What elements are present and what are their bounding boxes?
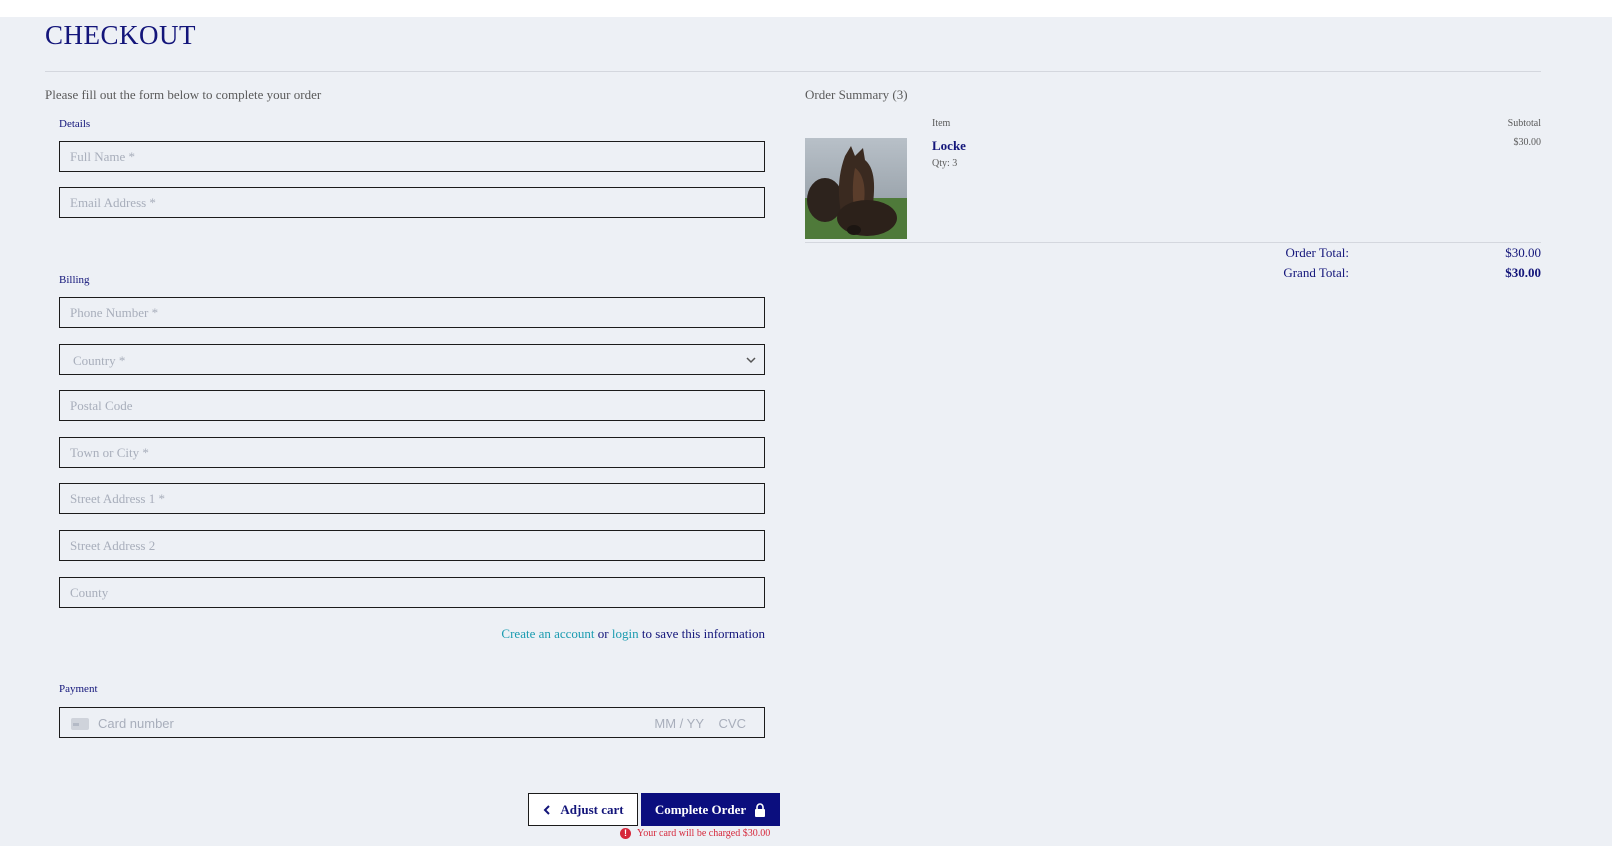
- lock-icon: [755, 802, 766, 817]
- title-divider: [45, 71, 1541, 72]
- postal-code-input[interactable]: [60, 391, 764, 420]
- charge-notice-text: Your card will be charged $30.00: [637, 828, 771, 839]
- postal-code-field[interactable]: [59, 390, 765, 421]
- phone-input[interactable]: [60, 298, 764, 327]
- street-address-1-field[interactable]: [59, 483, 765, 514]
- country-select-value: Country *: [73, 353, 126, 368]
- item-quantity: Qty: 3: [932, 158, 958, 169]
- complete-order-label: Complete Order: [654, 801, 747, 817]
- product-thumbnail[interactable]: [805, 138, 907, 239]
- street-address-1-input[interactable]: [60, 484, 764, 513]
- alert-icon: !: [620, 828, 631, 839]
- street-address-2-input[interactable]: [60, 531, 764, 560]
- order-summary-title: Order Summary (3): [805, 87, 908, 102]
- page-title: CHECKOUT: [45, 20, 196, 50]
- adjust-cart-label: Adjust cart: [560, 801, 624, 817]
- email-field[interactable]: [59, 187, 765, 218]
- form-instructions: Please fill out the form below to comple…: [45, 87, 322, 102]
- grand-total-value: $30.00: [1505, 265, 1541, 280]
- order-total-label: Order Total:: [1285, 245, 1349, 260]
- details-section-label: Details: [59, 118, 91, 130]
- phone-field[interactable]: [59, 297, 765, 328]
- country-select[interactable]: Country *: [59, 344, 765, 375]
- column-header-item: Item: [932, 118, 951, 129]
- charge-notice: ! Your card will be charged $30.00: [620, 828, 770, 839]
- town-field[interactable]: [59, 437, 765, 468]
- payment-section-label: Payment: [59, 683, 98, 695]
- card-cvc-input[interactable]: CVC: [719, 716, 746, 731]
- full-name-field[interactable]: [59, 141, 765, 172]
- adjust-cart-button[interactable]: Adjust cart: [528, 793, 638, 826]
- credit-card-icon: [71, 718, 89, 730]
- grand-total-label: Grand Total:: [1283, 265, 1349, 280]
- county-field[interactable]: [59, 577, 765, 608]
- county-input[interactable]: [60, 578, 764, 607]
- order-total-value: $30.00: [1505, 245, 1541, 260]
- card-expiry-input[interactable]: MM / YY: [654, 716, 704, 731]
- create-account-link[interactable]: Create an account: [501, 626, 594, 641]
- save-info-prompt: Create an account or login to save this …: [501, 626, 765, 642]
- or-text: or: [597, 626, 609, 641]
- login-link[interactable]: login: [612, 626, 639, 641]
- billing-section-label: Billing: [59, 274, 90, 286]
- complete-order-button[interactable]: Complete Order: [641, 793, 780, 826]
- chevron-down-icon: [746, 357, 756, 364]
- full-name-input[interactable]: [60, 142, 764, 171]
- save-info-text: to save this information: [641, 626, 765, 641]
- item-subtotal: $30.00: [1513, 137, 1542, 148]
- item-name-link[interactable]: Locke: [932, 138, 966, 154]
- email-input[interactable]: [60, 188, 764, 217]
- card-element[interactable]: Card number MM / YY CVC: [59, 707, 765, 738]
- card-number-input[interactable]: Card number: [98, 716, 174, 731]
- column-header-subtotal: Subtotal: [1507, 118, 1541, 129]
- summary-divider: [805, 242, 1541, 243]
- checkout-page: CHECKOUT Please fill out the form below …: [0, 17, 1612, 846]
- horse-image: [805, 138, 907, 239]
- chevron-left-icon: [543, 804, 551, 815]
- street-address-2-field[interactable]: [59, 530, 765, 561]
- town-input[interactable]: [60, 438, 764, 467]
